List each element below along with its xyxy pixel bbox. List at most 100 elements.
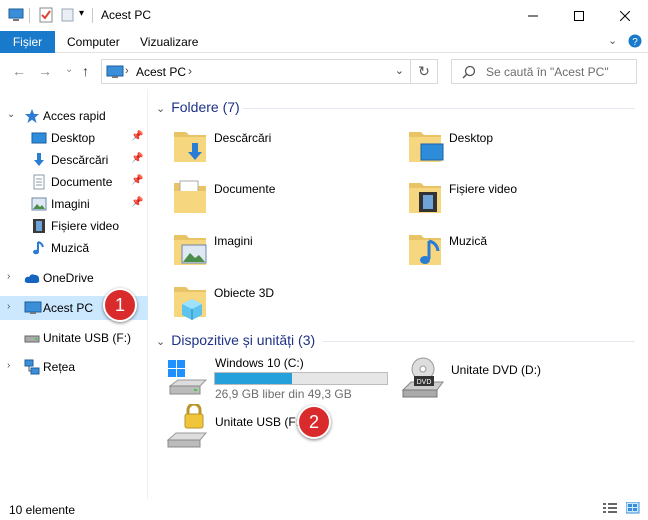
documents-folder-icon [174, 180, 206, 213]
annotation-badge-2: 2 [297, 405, 331, 439]
sidebar-item-documents[interactable]: Documente 📌 [0, 171, 148, 193]
minimize-button[interactable] [510, 0, 556, 31]
computer-icon[interactable] [8, 7, 24, 26]
refresh-button[interactable]: ↻ [411, 59, 438, 84]
chevron-down-icon[interactable]: ⌄ [395, 64, 404, 77]
chevron-down-icon[interactable]: ⌄ [156, 103, 165, 115]
up-arrow-icon[interactable]: ↑ [82, 63, 89, 79]
ribbon-tabs: Fișier Computer Vizualizare ⌄ ? [0, 31, 648, 53]
usb-drive-icon [24, 332, 40, 347]
sidebar-item-label: Acest PC [43, 301, 94, 315]
help-icon[interactable]: ? [628, 34, 642, 51]
folder-desktop[interactable]: Desktop [407, 126, 493, 169]
3d-objects-folder-icon [174, 287, 206, 320]
window-title: Acest PC [101, 8, 152, 22]
tiles-view-icon[interactable] [625, 501, 640, 517]
pin-icon[interactable]: 📌 [131, 175, 143, 186]
folder-3d-objects[interactable]: Obiecte 3D [172, 281, 274, 324]
drive-usage-bar [214, 372, 388, 385]
folder-label: Obiecte 3D [214, 286, 275, 300]
drive-usage-fill [215, 373, 293, 384]
sidebar-item-label: Imagini [51, 197, 90, 211]
divider [243, 108, 635, 109]
music-folder-icon [409, 235, 441, 265]
sidebar-item-network[interactable]: › Rețea [0, 356, 148, 378]
details-view-icon[interactable] [602, 502, 617, 517]
folder-videos[interactable]: Fișiere video [407, 177, 517, 220]
minimize-icon [528, 15, 538, 16]
chevron-right-icon[interactable]: › [125, 65, 129, 77]
star-icon [24, 108, 40, 127]
sidebar-item-label: OneDrive [43, 271, 94, 285]
address-bar[interactable]: › Acest PC › ⌄ [101, 59, 411, 84]
navigation-row: ← → ⌄ ↑ › Acest PC › ⌄ ↻ Se caută în "Ac… [0, 53, 648, 89]
sidebar-item-usb[interactable]: Unitate USB (F:) [0, 327, 148, 349]
chevron-down-icon[interactable]: ⌄ [156, 336, 165, 348]
back-arrow-icon[interactable]: ← [12, 63, 26, 79]
folder-pictures[interactable]: Imagini [172, 229, 253, 272]
drive-dvd[interactable]: DVD Unitate DVD (D:) [401, 354, 601, 400]
divider [323, 341, 635, 342]
drive-label: Unitate DVD (D:) [451, 363, 542, 377]
sidebar-item-pictures[interactable]: Imagini 📌 [0, 193, 148, 215]
folder-label: Desktop [449, 131, 494, 145]
dvd-badge-text: DVD [417, 379, 432, 386]
download-arrow-icon [31, 152, 47, 171]
sidebar-item-label: Acces rapid [43, 109, 106, 123]
folder-documents[interactable]: Documente [172, 177, 275, 220]
item-count: 10 elemente [9, 503, 76, 517]
divider [92, 8, 93, 23]
sidebar-item-onedrive[interactable]: › OneDrive [0, 267, 148, 289]
chevron-down-icon[interactable]: ⌄ [7, 109, 15, 120]
sidebar-item-label: Muzică [51, 241, 90, 255]
picture-icon [31, 196, 47, 215]
sidebar-item-desktop[interactable]: Desktop 📌 [0, 127, 148, 149]
folder-downloads[interactable]: Descărcări [172, 126, 271, 169]
folder-label: Imagini [214, 234, 253, 248]
drive-c[interactable]: Windows 10 (C:) 26,9 GB liber din 49,3 G… [166, 354, 396, 401]
chevron-right-icon[interactable]: › [7, 360, 10, 371]
chevron-right-icon[interactable]: › [7, 301, 10, 312]
pin-icon[interactable]: 📌 [131, 197, 143, 208]
dvd-drive-icon: DVD [401, 356, 445, 401]
pin-icon[interactable]: 📌 [131, 153, 143, 164]
customize-toolbar-icon[interactable]: ▾ [79, 8, 84, 19]
address-path[interactable]: Acest PC [136, 65, 186, 79]
folders-heading: Foldere (7) [171, 99, 240, 115]
new-folder-icon[interactable] [60, 7, 76, 26]
expand-ribbon-icon[interactable]: ⌄ [608, 34, 617, 47]
title-bar: ▾ Acest PC [0, 0, 648, 31]
folder-label: Descărcări [214, 131, 272, 145]
search-input[interactable]: Se caută în "Acest PC" [451, 59, 637, 84]
chevron-right-icon[interactable]: › [7, 271, 10, 282]
devices-group-header[interactable]: ⌄ Dispozitive și unități (3) [156, 332, 315, 348]
tab-view[interactable]: Vizualizare [140, 35, 198, 49]
sidebar-item-quick-access[interactable]: ⌄ Acces rapid [0, 105, 148, 127]
sidebar-item-label: Unitate USB (F:) [43, 331, 132, 345]
videos-folder-icon [409, 183, 441, 213]
svg-text:?: ? [632, 37, 638, 48]
chevron-right-icon[interactable]: › [188, 64, 192, 78]
folder-music[interactable]: Muzică [407, 229, 487, 272]
drive-label: Unitate USB (F:) [215, 415, 304, 429]
film-icon [31, 218, 47, 237]
sidebar-item-label: Documente [51, 175, 113, 189]
desktop-folder-icon [409, 132, 444, 162]
close-button[interactable] [602, 0, 648, 31]
folder-label: Documente [214, 182, 276, 196]
annotation-badge-1: 1 [103, 288, 137, 322]
properties-icon[interactable] [38, 7, 54, 26]
sidebar-item-label: Desktop [51, 131, 96, 145]
maximize-button[interactable] [556, 0, 602, 31]
recent-locations-icon[interactable]: ⌄ [65, 64, 73, 75]
sidebar-item-videos[interactable]: Fișiere video [0, 215, 148, 237]
sidebar-item-downloads[interactable]: Descărcări 📌 [0, 149, 148, 171]
status-bar: 10 elemente [0, 499, 648, 520]
tab-computer[interactable]: Computer [67, 35, 120, 49]
forward-arrow-icon[interactable]: → [38, 63, 52, 79]
locked-usb-drive-icon [166, 402, 210, 451]
pin-icon[interactable]: 📌 [131, 131, 143, 142]
folders-group-header[interactable]: ⌄ Foldere (7) [156, 99, 240, 115]
sidebar-item-music[interactable]: Muzică [0, 237, 148, 259]
tab-file[interactable]: Fișier [0, 31, 55, 53]
